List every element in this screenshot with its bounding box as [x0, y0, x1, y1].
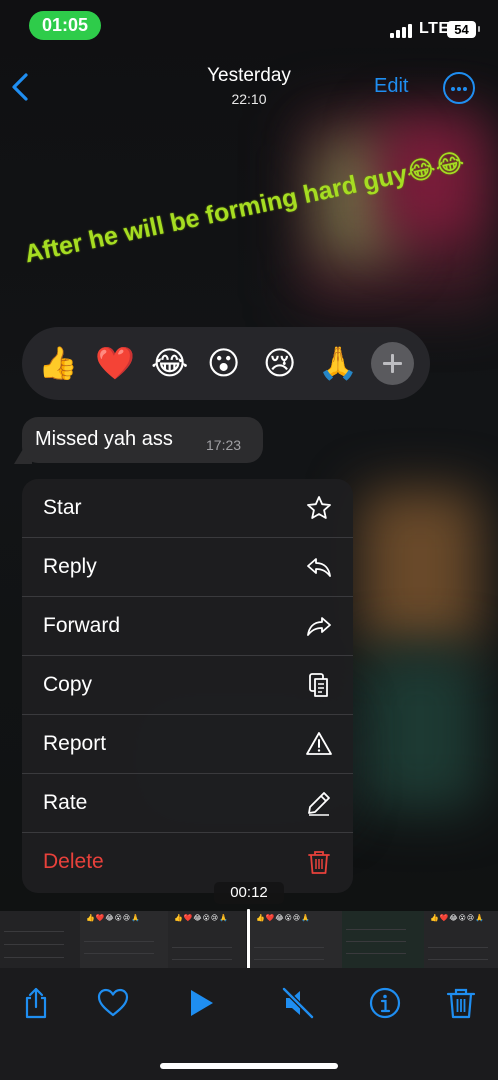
page-title: Yesterday	[207, 65, 291, 86]
menu-item-label: Report	[43, 732, 107, 755]
menu-item-forward[interactable]: Forward	[22, 597, 353, 656]
mute-icon[interactable]	[281, 986, 315, 1020]
reply-icon	[307, 558, 331, 577]
filmstrip-frame	[0, 911, 80, 968]
battery-icon: 54	[447, 21, 480, 38]
info-icon[interactable]	[368, 986, 402, 1020]
reaction-pray[interactable]: 🙏	[318, 343, 358, 383]
menu-item-rate[interactable]: Rate	[22, 774, 353, 833]
filmstrip-frame: 👍❤️😂😮😢🙏	[80, 911, 168, 968]
reaction-heart[interactable]: ❤️	[95, 343, 135, 383]
status-time: 01:05	[29, 11, 101, 40]
menu-item-label: Star	[43, 496, 82, 519]
pencil-icon	[308, 792, 330, 816]
scrubber-time: 00:12	[214, 882, 284, 904]
page-subtitle: 22:10	[231, 91, 267, 107]
menu-item-label: Copy	[43, 673, 93, 696]
play-icon[interactable]	[184, 986, 218, 1020]
message-bubble[interactable]: Missed yah ass 17:23	[22, 417, 263, 463]
filmstrip-frame: 👍❤️😂😮😢🙏	[424, 911, 498, 968]
nav-header: Yesterday 22:10 Edit	[0, 55, 498, 117]
filmstrip-frame	[342, 911, 424, 968]
menu-item-label: Rate	[43, 791, 88, 814]
status-bar: 01:05 LTE 54	[0, 0, 498, 50]
reaction-crying[interactable]: 😢	[263, 343, 296, 383]
home-indicator[interactable]	[160, 1063, 338, 1069]
scrubber-playhead[interactable]	[247, 909, 250, 969]
reaction-bar: 👍 ❤️ 😂 😮 😢 🙏	[22, 327, 430, 400]
filmstrip-frame: 👍❤️😂😮😢🙏	[250, 911, 342, 968]
star-icon	[307, 496, 331, 519]
heart-icon[interactable]	[96, 986, 130, 1020]
filmstrip-frame: 👍❤️😂😮😢🙏	[168, 911, 246, 968]
menu-item-label: Forward	[43, 614, 121, 637]
reaction-surprised[interactable]: 😮	[207, 343, 240, 383]
reaction-thumbs-up[interactable]: 👍	[38, 343, 78, 383]
forward-icon	[307, 617, 331, 636]
share-icon[interactable]	[19, 986, 53, 1020]
trash-icon	[308, 851, 330, 874]
message-text: Missed yah ass	[35, 428, 173, 450]
add-reaction-icon[interactable]	[371, 342, 414, 385]
menu-item-copy[interactable]: Copy	[22, 656, 353, 715]
network-type: LTE	[419, 20, 450, 37]
menu-item-star[interactable]: Star	[22, 479, 353, 538]
reaction-laughing[interactable]: 😂	[151, 343, 188, 383]
signal-icon	[390, 22, 414, 38]
menu-item-label: Delete	[43, 850, 104, 873]
menu-item-delete[interactable]: Delete	[22, 833, 353, 892]
menu-item-label: Reply	[43, 555, 97, 578]
menu-item-reply[interactable]: Reply	[22, 538, 353, 597]
menu-item-report[interactable]: Report	[22, 715, 353, 774]
ellipsis-circle-icon[interactable]	[443, 72, 475, 104]
context-menu: Star Reply Forward Copy Report Rate Dele…	[22, 479, 353, 893]
copy-icon	[309, 673, 328, 697]
edit-button[interactable]: Edit	[374, 75, 408, 98]
warning-icon	[306, 732, 332, 755]
trash-icon[interactable]	[444, 986, 478, 1020]
message-time: 17:23	[206, 437, 242, 453]
